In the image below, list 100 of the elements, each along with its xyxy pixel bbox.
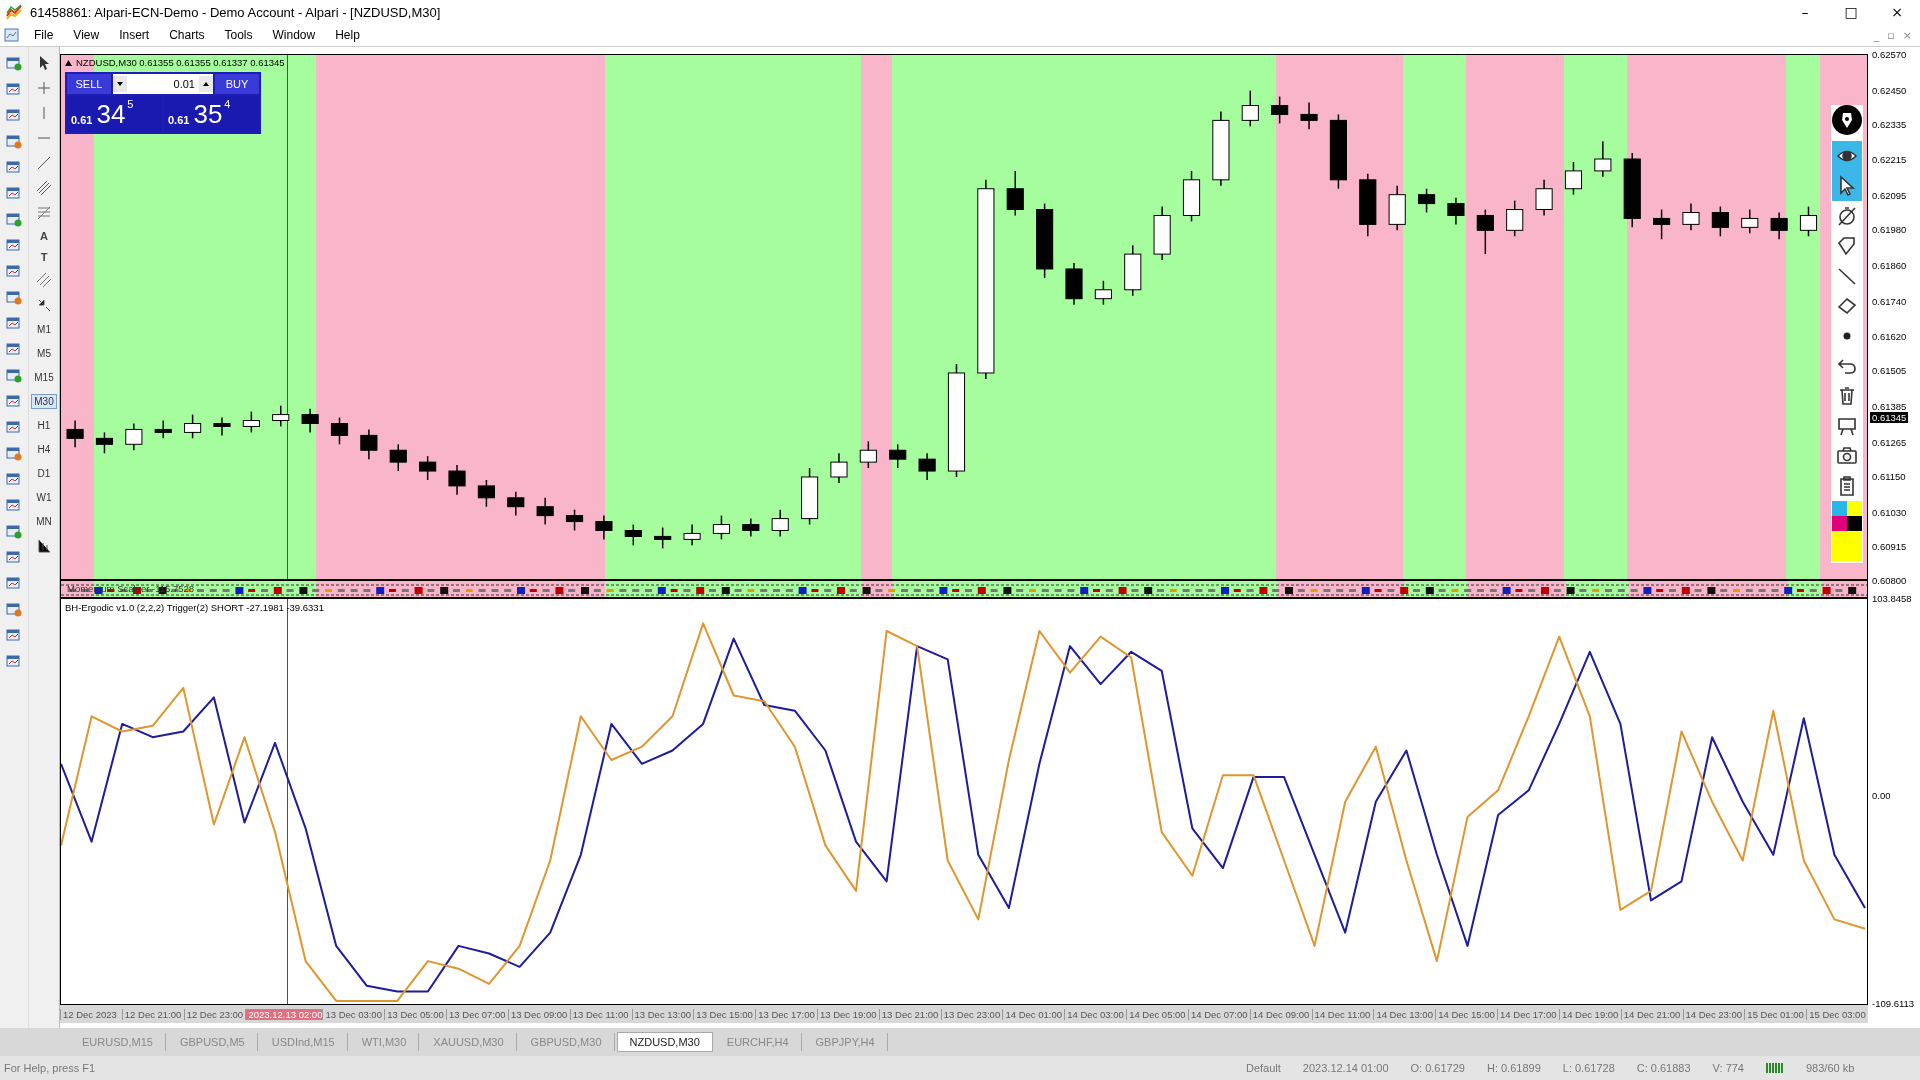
price-label: 0.62450	[1872, 84, 1907, 97]
text-tool[interactable]: T	[40, 251, 48, 263]
candle	[1535, 179, 1553, 217]
candle	[154, 419, 172, 440]
timeframe-button[interactable]: M15	[31, 370, 57, 385]
arrows-icon[interactable]	[36, 297, 52, 313]
candle	[1447, 196, 1465, 226]
candle	[1006, 170, 1024, 217]
traffic-reading: 983/60 kb	[1806, 1062, 1855, 1074]
candle	[1594, 140, 1612, 178]
candle	[1065, 262, 1083, 306]
menu-item[interactable]: Window	[264, 28, 328, 42]
hatched-lines-icon[interactable]	[36, 272, 52, 288]
time-label: 14 Dec 13:00	[1373, 1008, 1436, 1020]
candle	[771, 508, 789, 538]
status-field: H: 0.61899	[1486, 1062, 1541, 1074]
sell-button[interactable]: SELL	[67, 74, 111, 94]
time-label: 13 Dec 05:00	[384, 1008, 447, 1020]
menu-item[interactable]: Charts	[161, 28, 217, 42]
time-label: 14 Dec 15:00	[1435, 1008, 1498, 1020]
timeframe-button[interactable]: H1	[34, 418, 54, 433]
price-label: 0.61385	[1872, 401, 1907, 414]
status-field: L: 0.61728	[1562, 1062, 1615, 1074]
child-window-control[interactable]: ×	[1902, 28, 1912, 42]
candle	[1388, 185, 1406, 232]
help-hint: For Help, press F1	[4, 1062, 97, 1074]
candle	[1359, 173, 1377, 238]
candle	[184, 413, 202, 440]
time-label: 13 Dec 15:00	[693, 1008, 756, 1020]
time-label: 13 Dec 23:00	[940, 1008, 1003, 1020]
candle	[1564, 161, 1583, 196]
candle	[1506, 199, 1524, 238]
candle	[213, 416, 231, 437]
candle	[654, 526, 672, 550]
candle	[360, 428, 378, 460]
time-label: 13 Dec 09:00	[507, 1008, 570, 1020]
candle	[66, 419, 84, 448]
candle	[565, 508, 584, 532]
candle	[242, 410, 260, 434]
time-label: 14 Dec 21:00	[1620, 1008, 1683, 1020]
profile-name: Default	[1246, 1062, 1281, 1074]
timeframe-button[interactable]: D1	[34, 466, 54, 481]
time-label: 13 Dec 07:00	[446, 1008, 508, 1020]
timeframe-button[interactable]: W1	[33, 490, 55, 505]
oscillator-axis-label: 0.00	[1872, 790, 1891, 802]
time-label: 14 Dec 17:00	[1497, 1008, 1559, 1020]
time-label: 14 Dec 03:00	[1064, 1008, 1127, 1020]
time-label: 14 Dec 19:00	[1558, 1008, 1621, 1020]
candle	[1653, 208, 1671, 240]
menu-item[interactable]: Tools	[216, 28, 265, 42]
candle	[448, 464, 466, 496]
time-label: 2023.12.13 02:00	[245, 1008, 323, 1020]
time-label: 14 Dec 23:00	[1682, 1008, 1745, 1020]
timeframe-button[interactable]: M30	[31, 394, 57, 409]
timeframe-button[interactable]: M5	[34, 346, 54, 361]
time-label: 13 Dec 03:00	[322, 1008, 385, 1020]
child-window-control[interactable]: _	[1873, 28, 1880, 42]
candle	[1241, 89, 1259, 128]
candle	[830, 452, 848, 484]
chart-tab[interactable]: NZDUSD,M30	[616, 1032, 713, 1052]
time-label: 13 Dec 17:00	[755, 1008, 817, 1020]
menu-item[interactable]: View	[65, 28, 112, 42]
time-label: 14 Dec 01:00	[1002, 1008, 1065, 1020]
price-label: 0.61150	[1872, 471, 1906, 483]
period-separator-icon[interactable]	[36, 538, 52, 554]
time-label: 14 Dec 11:00	[1311, 1008, 1374, 1020]
pen-nib-icon[interactable]	[1832, 105, 1862, 135]
timeframe-button[interactable]: MN	[33, 514, 55, 529]
buy-button[interactable]: BUY	[215, 74, 259, 94]
time-label: 14 Dec 05:00	[1126, 1008, 1188, 1020]
text-tool[interactable]: A	[40, 230, 48, 242]
candle	[918, 452, 936, 481]
channel-icon[interactable]	[36, 180, 52, 196]
child-window-control[interactable]: ▫	[1887, 28, 1895, 42]
price-label: 0.61505	[1872, 365, 1907, 378]
trend-icon[interactable]	[36, 155, 52, 171]
timeframe-button[interactable]: M1	[34, 322, 54, 337]
candle	[301, 407, 319, 434]
cursor-icon[interactable]	[1832, 171, 1862, 201]
document-icon[interactable]	[4, 27, 20, 43]
oscillator-axis-label: -109.6113	[1872, 998, 1915, 1010]
timeframe-button[interactable]: H4	[34, 442, 54, 457]
price-label: 0.61740	[1872, 295, 1907, 308]
price-label: 0.61980	[1872, 224, 1907, 237]
candle	[742, 517, 760, 538]
time-label: 14 Dec 07:00	[1187, 1008, 1250, 1020]
candle	[419, 455, 437, 481]
menu-item[interactable]: Insert	[111, 28, 162, 42]
collapse-triangle-icon[interactable]	[65, 59, 72, 66]
candle	[272, 404, 290, 428]
candle	[389, 443, 407, 472]
eye-icon[interactable]	[1832, 141, 1862, 171]
menu-item[interactable]: File	[26, 28, 66, 42]
candle	[507, 491, 525, 517]
menu-item[interactable]: Help	[327, 28, 372, 42]
connection-bars-icon	[1766, 1062, 1784, 1074]
app-logo-icon	[6, 4, 22, 20]
fibo-icon[interactable]	[36, 205, 52, 221]
time-label: 15 Dec 01:00	[1744, 1008, 1807, 1020]
color-palette[interactable]	[1832, 501, 1862, 561]
